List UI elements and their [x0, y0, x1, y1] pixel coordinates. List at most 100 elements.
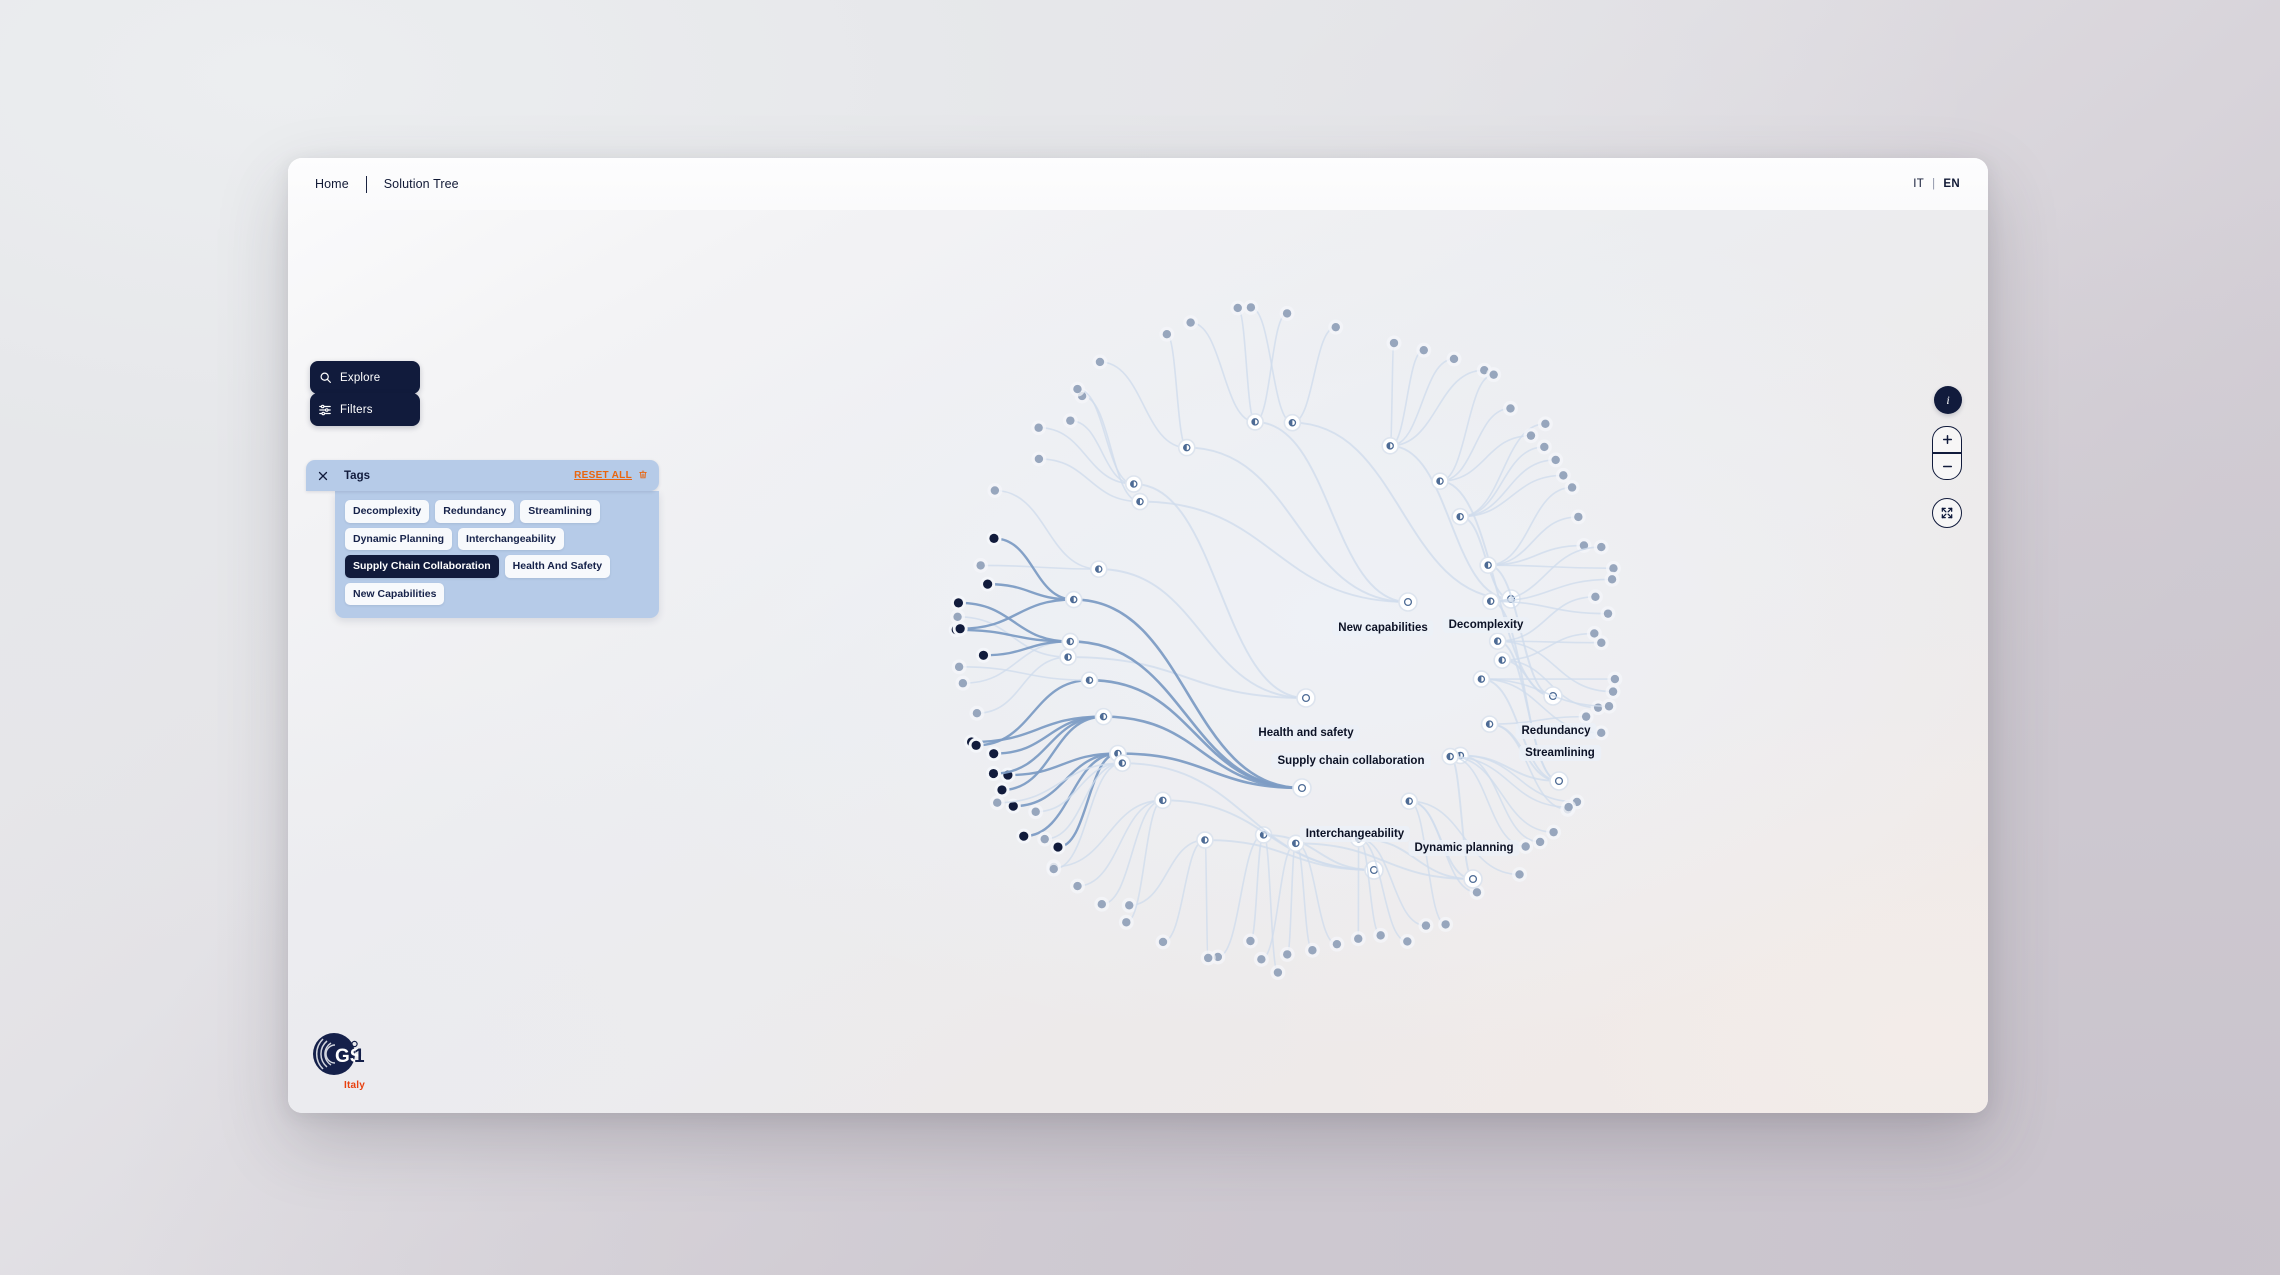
tree-node-leaf[interactable] — [1418, 918, 1434, 934]
tree-node-leaf[interactable] — [968, 737, 984, 753]
tree-node-mid[interactable] — [1381, 437, 1399, 455]
close-icon[interactable] — [306, 470, 340, 482]
tree-node-root[interactable] — [1292, 778, 1312, 798]
tag-chip[interactable]: Streamlining — [520, 500, 600, 523]
reset-all-button[interactable]: RESET ALL — [574, 467, 648, 485]
tree-node-mid[interactable] — [1131, 492, 1149, 511]
tree-node-leaf[interactable] — [1386, 335, 1402, 351]
tree-node-mid[interactable] — [1094, 707, 1113, 726]
tree-node-leaf[interactable] — [1373, 927, 1389, 943]
tree-node-mid[interactable] — [1059, 648, 1077, 666]
tree-node-leaf[interactable] — [1564, 479, 1580, 495]
tree-node-root[interactable] — [1296, 688, 1316, 708]
tree-node-leaf[interactable] — [1155, 934, 1171, 950]
tree-node-mid[interactable] — [1349, 829, 1368, 848]
tree-node-leaf[interactable] — [1518, 839, 1534, 855]
tree-node-leaf[interactable] — [1270, 965, 1286, 981]
tree-node-mid[interactable] — [1177, 438, 1196, 457]
tree-node-leaf[interactable] — [1253, 951, 1269, 967]
tree-node-root[interactable] — [1549, 771, 1569, 791]
tree-node-leaf[interactable] — [975, 647, 991, 663]
lang-it[interactable]: IT — [1913, 178, 1924, 190]
tree-node-mid[interactable] — [1089, 560, 1108, 578]
tree-node-leaf[interactable] — [1548, 452, 1564, 468]
tree-node-mid[interactable] — [1153, 791, 1172, 810]
tree-node-leaf[interactable] — [1601, 698, 1617, 714]
filters-button[interactable]: Filters — [310, 393, 420, 426]
tree-node-leaf[interactable] — [1242, 933, 1258, 949]
info-button[interactable]: i — [1934, 386, 1962, 414]
tree-node-mid[interactable] — [1472, 670, 1491, 688]
tree-node-mid[interactable] — [1431, 472, 1449, 490]
tree-node-leaf[interactable] — [1183, 315, 1199, 331]
tree-node-leaf[interactable] — [986, 530, 1002, 546]
tag-chip[interactable]: Health And Safety — [504, 555, 611, 578]
tree-node-root[interactable] — [1398, 592, 1418, 612]
tree-node-leaf[interactable] — [1329, 936, 1345, 952]
tree-node-leaf[interactable] — [1070, 878, 1086, 894]
tree-node-leaf[interactable] — [1159, 326, 1175, 342]
solution-tree-graph[interactable]: New capabilities Decomplexity Health and s… — [288, 158, 1988, 1113]
tree-node-leaf[interactable] — [1605, 684, 1621, 700]
tree-node-leaf[interactable] — [1438, 916, 1454, 932]
tree-node-leaf[interactable] — [1537, 416, 1553, 432]
tree-node-leaf[interactable] — [1050, 839, 1066, 855]
tag-chip[interactable]: Dynamic Planning — [345, 527, 453, 550]
tree-node-leaf[interactable] — [952, 621, 968, 637]
tree-node-leaf[interactable] — [1593, 635, 1609, 651]
tree-node-mid[interactable] — [1080, 671, 1099, 689]
tree-node-leaf[interactable] — [1570, 509, 1586, 525]
tree-node-leaf[interactable] — [1037, 831, 1053, 847]
zoom-in-button[interactable] — [1933, 427, 1961, 452]
tree-node-mid[interactable] — [1488, 632, 1507, 650]
tree-node-leaf[interactable] — [1593, 539, 1609, 555]
tree-node-leaf[interactable] — [1555, 467, 1571, 483]
tree-node-leaf[interactable] — [980, 576, 996, 592]
tree-node-leaf[interactable] — [1328, 319, 1344, 335]
tree-node-leaf[interactable] — [1230, 300, 1246, 316]
tree-node-leaf[interactable] — [1094, 896, 1110, 912]
tree-node-leaf[interactable] — [950, 595, 966, 611]
breadcrumb-home[interactable]: Home — [315, 177, 349, 191]
tree-node-leaf[interactable] — [1046, 861, 1062, 877]
tree-node-mid[interactable] — [1113, 754, 1132, 772]
tree-node-leaf[interactable] — [1446, 351, 1462, 367]
tree-node-leaf[interactable] — [955, 675, 971, 691]
tree-node-leaf[interactable] — [1523, 428, 1539, 444]
tree-node-mid[interactable] — [1061, 632, 1080, 651]
tree-node-leaf[interactable] — [1399, 933, 1415, 949]
tree-node-leaf[interactable] — [1279, 305, 1295, 321]
tree-node-leaf[interactable] — [1069, 381, 1085, 397]
tree-node-leaf[interactable] — [1350, 931, 1366, 947]
breadcrumb-solution-tree[interactable]: Solution Tree — [384, 177, 459, 191]
lang-en[interactable]: EN — [1943, 178, 1960, 190]
tree-node-leaf[interactable] — [1028, 804, 1044, 820]
tree-node-mid[interactable] — [1246, 413, 1264, 431]
tree-node-leaf[interactable] — [973, 557, 989, 573]
tree-node-leaf[interactable] — [1304, 942, 1320, 958]
tree-node-mid[interactable] — [1481, 592, 1500, 611]
tree-node-mid[interactable] — [1286, 834, 1305, 853]
tree-node-leaf[interactable] — [1243, 299, 1259, 315]
tree-node-leaf[interactable] — [1502, 400, 1518, 416]
tree-node-leaf[interactable] — [1587, 589, 1603, 605]
tree-node-mid[interactable] — [1196, 831, 1214, 849]
tree-node-leaf[interactable] — [1486, 367, 1502, 383]
tree-node-leaf[interactable] — [969, 705, 985, 721]
tree-node-leaf[interactable] — [985, 766, 1001, 782]
tree-node-mid[interactable] — [1400, 792, 1419, 810]
tree-node-leaf[interactable] — [1546, 824, 1562, 840]
tree-node-leaf[interactable] — [989, 795, 1005, 811]
tree-node-leaf[interactable] — [951, 659, 967, 675]
tree-node-leaf[interactable] — [1600, 606, 1616, 622]
tag-chip[interactable]: Decomplexity — [345, 500, 430, 523]
tree-node-leaf[interactable] — [1607, 671, 1623, 687]
tree-node-leaf[interactable] — [1031, 451, 1047, 467]
tree-node-leaf[interactable] — [1561, 799, 1577, 815]
tree-node-leaf[interactable] — [1578, 709, 1594, 725]
tree-node-leaf[interactable] — [1200, 950, 1216, 966]
radial-tree-svg[interactable] — [288, 158, 1988, 1113]
tree-node-leaf[interactable] — [1416, 342, 1432, 358]
tree-node-mid[interactable] — [1493, 651, 1511, 669]
tree-node-leaf[interactable] — [1092, 354, 1108, 370]
